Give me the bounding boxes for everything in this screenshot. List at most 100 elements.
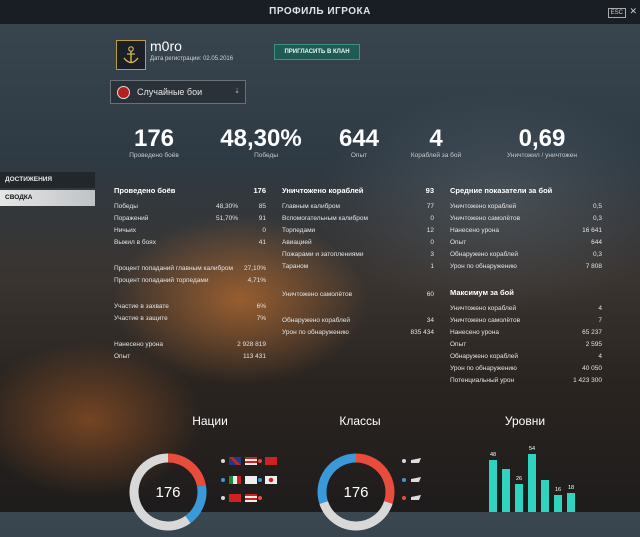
stat-value: 1 [430, 263, 434, 270]
sidebar-item-achievements[interactable]: ДОСТИЖЕНИЯ [0, 172, 95, 188]
stat-row: Урон по обнаружению 7 808 [450, 262, 602, 272]
tier-bar[interactable] [541, 480, 549, 512]
tier-bar[interactable] [502, 469, 510, 512]
stat-label: Урон по обнаружению [450, 263, 517, 270]
stat-label: Опыт [450, 239, 467, 246]
window-title: ПРОФИЛЬ ИГРОКА [269, 6, 371, 17]
stat-value: 60 [426, 291, 434, 298]
stat-row: Нанесено урона 16 641 [450, 226, 602, 236]
battleship-icon[interactable] [411, 495, 421, 500]
kpi-value: 4 [429, 125, 443, 152]
tier-bar[interactable] [567, 493, 575, 512]
stat-value: 12 [426, 227, 434, 234]
stat-value: 0 [430, 239, 434, 246]
stat-row: Уничтожено кораблей 4 [450, 304, 602, 314]
battles-header-label: Проведено боёв [114, 186, 176, 195]
kpi-label: Уничтожил / уничтожен [507, 152, 577, 159]
stat-label: Вспомогательным калибром [282, 215, 368, 222]
stat-row: Авиацией 0 [282, 238, 434, 248]
classes-title: Классы [339, 414, 381, 428]
japan-flag-icon[interactable] [265, 476, 277, 484]
battle-mode-dropdown[interactable]: Случайные бои ⇣ [110, 80, 246, 104]
stat-label: Опыт [450, 341, 467, 348]
stat-label: Процент попаданий главным калибром [114, 265, 233, 272]
uk-flag-icon[interactable] [229, 457, 241, 465]
stat-value: 0 [430, 215, 434, 222]
kpi-label: Проведено боёв [129, 152, 179, 159]
legend-dot [221, 478, 225, 482]
stat-percent: 51,70% [215, 215, 238, 222]
registration-date: Дата регистрации: 02.05.2016 [150, 56, 234, 62]
stat-label: Урон по обнаружению [450, 365, 517, 372]
nations-donut-chart[interactable]: 176 [128, 452, 208, 532]
stat-value: 65 237 [582, 329, 602, 336]
ussr-flag-icon[interactable] [265, 457, 277, 465]
stat-row: Опыт 644 [450, 238, 602, 248]
averages-header-label: Средние показатели за бой [450, 186, 553, 195]
stat-label: Тараном [282, 263, 309, 270]
tier-bar-label: 16 [554, 487, 562, 493]
stat-value: 7 [598, 317, 602, 324]
classes-donut-chart[interactable]: 176 [316, 452, 396, 532]
classes-segment[interactable] [319, 500, 393, 531]
kpi-value: 644 [338, 125, 380, 152]
stat-label: Опыт [114, 353, 131, 360]
stat-percent: 48,30% [215, 203, 238, 210]
kpi-value: 176 [133, 125, 175, 152]
kpi-ships-per-battle: 4 Кораблей за бой [398, 125, 474, 160]
tier-bar[interactable] [554, 495, 562, 512]
stat-label: Выжил в боях [114, 239, 156, 246]
tier-bar[interactable] [489, 460, 497, 512]
stat-row: Опыт 2 595 [450, 340, 602, 350]
tier-bar[interactable] [528, 454, 536, 512]
tier-bar-label: 48 [489, 452, 497, 458]
destroyer-icon[interactable] [411, 458, 421, 463]
usa-flag-icon[interactable] [245, 457, 257, 465]
stat-row: Участие в захвате 6% [114, 302, 266, 312]
stat-label: Пожарами и затоплениями [282, 251, 364, 258]
tier-bar-label: 26 [515, 476, 523, 482]
stat-value: 4 [598, 353, 602, 360]
germany-flag-icon[interactable] [245, 476, 257, 484]
kpi-wins: 48,30% Победы [214, 126, 308, 160]
anchor-icon [116, 40, 146, 70]
stat-value: 1 423 300 [573, 377, 602, 384]
sidebar-item-summary[interactable]: СВОДКА [0, 190, 95, 206]
nations-total: 176 [155, 484, 181, 501]
player-nickname: m0ro [150, 38, 182, 54]
stat-value: 0,5 [592, 203, 602, 210]
title-bar: ПРОФИЛЬ ИГРОКА ESC ✕ [0, 0, 640, 24]
stat-row: Ничьих 0 [114, 226, 266, 236]
stat-row: Уничтожено кораблей 0,5 [450, 202, 602, 212]
kpi-label: Победы [254, 152, 278, 159]
stat-label: Торпедами [282, 227, 316, 234]
stat-label: Поражений [114, 215, 149, 222]
esc-key-hint[interactable]: ESC [607, 8, 626, 18]
stat-value: 40 050 [582, 365, 602, 372]
invite-to-clan-button[interactable]: ПРИГЛАСИТЬ В КЛАН [274, 44, 360, 60]
stat-row: Урон по обнаружению 835 434 [282, 328, 434, 338]
stat-value: 6% [256, 303, 266, 310]
stat-value: 4 [598, 305, 602, 312]
usa-flag-icon[interactable] [245, 494, 257, 502]
stat-value: 835 434 [410, 329, 435, 336]
stat-row: Поражений 51,70% 91 [114, 214, 266, 224]
stat-label: Победы [114, 203, 138, 210]
tier-bar-label: 18 [567, 485, 575, 491]
cruiser-icon[interactable] [411, 477, 421, 482]
pan-asia-flag-icon[interactable] [229, 494, 241, 502]
stat-label: Обнаружено кораблей [282, 317, 351, 324]
stat-row: Процент попаданий торпедами 4,71% [114, 276, 266, 286]
tier-bar[interactable] [515, 484, 523, 512]
nations-segment[interactable] [167, 453, 206, 487]
stat-label: Уничтожено кораблей [450, 203, 517, 210]
italy-flag-icon[interactable] [229, 476, 241, 484]
stat-label: Участие в защите [114, 315, 168, 322]
maximum-header: Максимум за бой [450, 288, 602, 298]
stat-value: 7 808 [585, 263, 602, 270]
close-icon[interactable]: ✕ [629, 6, 637, 17]
stat-value: 2 928 819 [237, 341, 266, 348]
stat-label: Авиацией [282, 239, 312, 246]
stat-row: Главным калибром 77 [282, 202, 434, 212]
stat-row: Урон по обнаружению 40 050 [450, 364, 602, 374]
